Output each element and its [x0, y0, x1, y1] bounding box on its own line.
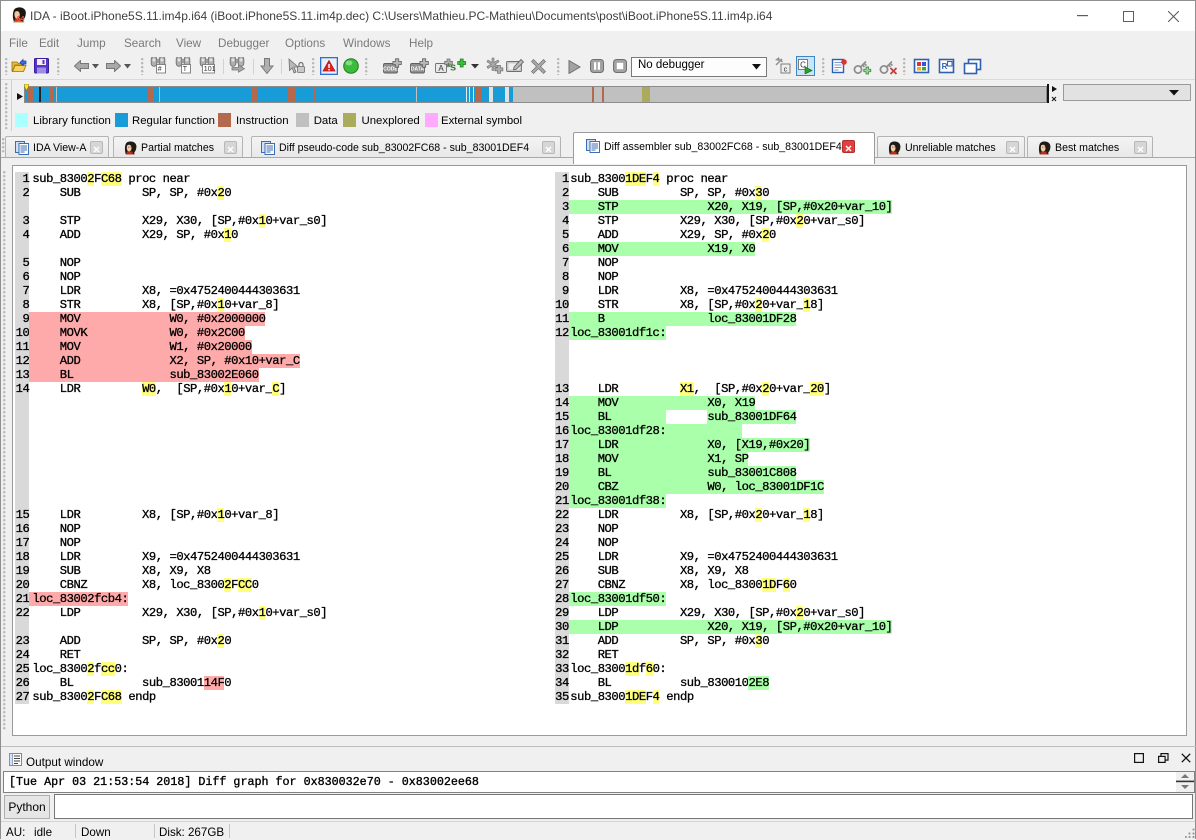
- svg-text:A: A: [438, 64, 444, 73]
- svg-text:101: 101: [204, 66, 216, 73]
- svg-text:c: c: [784, 64, 788, 73]
- svg-text:T: T: [183, 66, 188, 73]
- svg-text:R: R: [942, 62, 948, 71]
- svg-text:‘s: ‘s: [447, 62, 456, 74]
- svg-text:#: #: [158, 66, 162, 73]
